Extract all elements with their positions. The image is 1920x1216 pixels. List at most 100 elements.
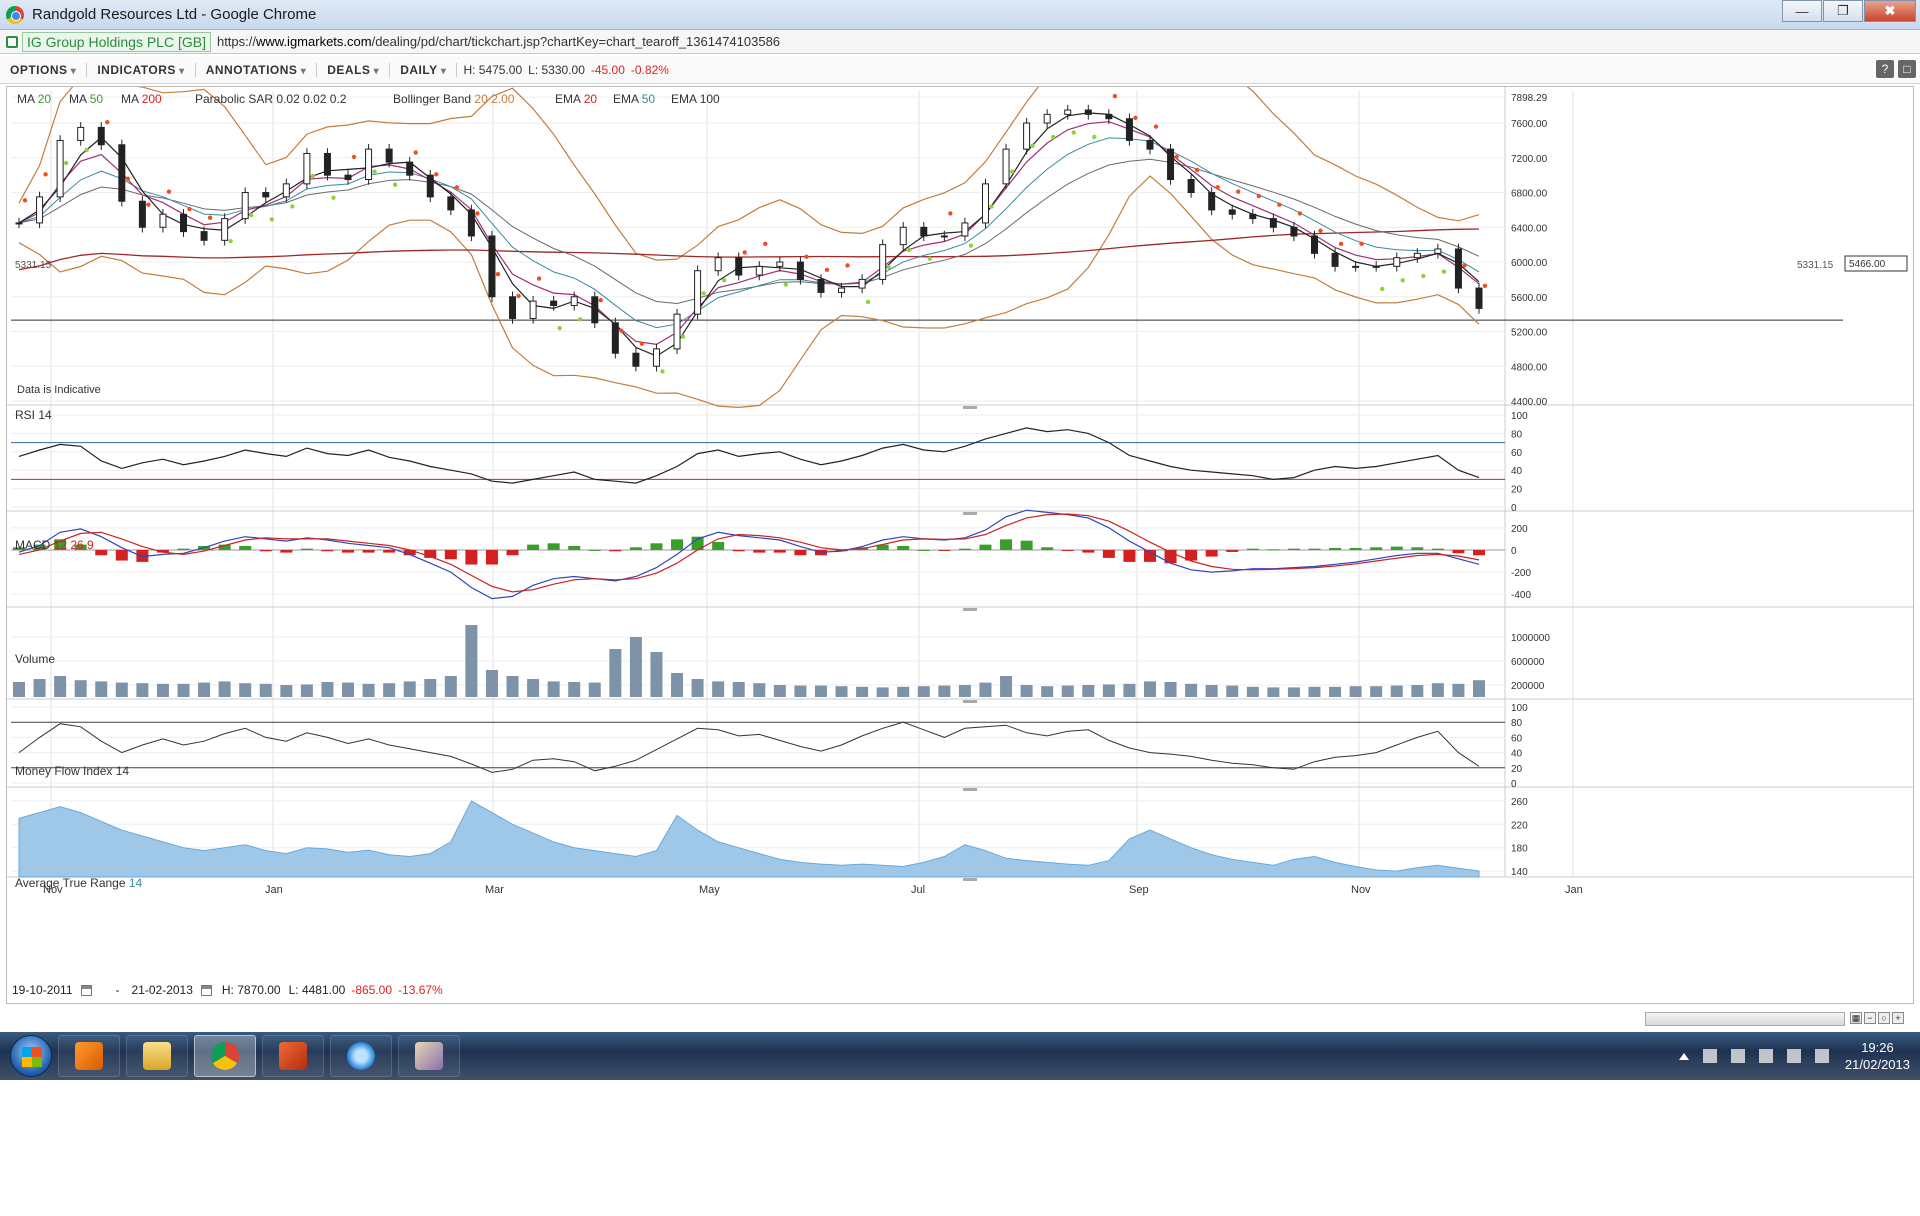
close-button[interactable]: ✖	[1864, 0, 1916, 22]
menu-options[interactable]: OPTIONS	[0, 62, 88, 77]
network-icon[interactable]	[1730, 1049, 1745, 1063]
taskbar-office[interactable]	[262, 1035, 324, 1077]
macd-histogram-bar	[1308, 548, 1321, 550]
volume-bar	[609, 649, 622, 697]
macd-histogram-bar	[1000, 539, 1013, 550]
volume-bar	[1411, 685, 1424, 697]
tray-expand-icon[interactable]	[1678, 1052, 1689, 1060]
volume-bar	[74, 680, 87, 697]
ma50-line	[18, 121, 1480, 346]
x-tick-label: Sep	[1129, 884, 1149, 896]
date-to[interactable]: 21-02-2013	[132, 983, 193, 997]
url-text[interactable]: https://www.igmarkets.com/dealing/pd/cha…	[217, 34, 780, 49]
atr-title: Average True Range 14	[15, 876, 143, 890]
system-clock[interactable]: 19:26 21/02/2013	[1845, 1039, 1910, 1073]
menu-deals[interactable]: DEALS	[317, 62, 391, 77]
battery-icon[interactable]	[1758, 1049, 1773, 1063]
candle-body	[138, 200, 146, 228]
sar-dot	[434, 172, 439, 177]
candle-body	[1475, 287, 1483, 309]
ie-icon	[347, 1042, 375, 1070]
taskbar-media-player[interactable]	[58, 1035, 120, 1077]
macd-histogram-bar	[1287, 548, 1300, 550]
session-low: L: 5330.00	[528, 62, 585, 77]
menu-interval[interactable]: DAILY	[390, 62, 458, 77]
sar-dot	[701, 291, 706, 296]
volume-icon[interactable]	[1786, 1049, 1801, 1063]
minimize-button[interactable]: —	[1782, 0, 1822, 22]
volume-bar	[177, 683, 190, 697]
taskbar-paint[interactable]	[398, 1035, 460, 1077]
zoom-reset-icon[interactable]: ○	[1878, 1012, 1890, 1024]
candle-body	[1352, 265, 1360, 268]
sar-dot	[1379, 286, 1385, 292]
sar-dot	[968, 243, 974, 248]
sar-dot	[783, 282, 789, 287]
chart-area[interactable]: Nov Jan Mar May Jul Sep Nov Jan 7898.29 7600.00 72…	[6, 45, 1914, 1004]
sar-dot	[331, 195, 336, 200]
taskbar-ie[interactable]	[330, 1035, 392, 1077]
volume-bar	[1082, 685, 1095, 697]
candle-body	[611, 322, 619, 354]
sar-dot	[721, 278, 727, 283]
site-identity[interactable]: IG Group Holdings PLC [GB]	[22, 31, 211, 52]
macd-tick-label: 0	[1511, 546, 1517, 557]
chart-svg[interactable]: Nov Jan Mar May Jul Sep Nov Jan7898.297600.0072…	[7, 45, 1913, 975]
taskbar-chrome[interactable]	[194, 1035, 256, 1077]
help-icon[interactable]: ?	[1876, 60, 1894, 78]
price-tick-label: 6000.00	[1511, 258, 1548, 269]
calendar-to-icon[interactable]	[200, 984, 212, 996]
menu-indicators[interactable]: INDICATORS	[87, 62, 196, 77]
candle-body	[1002, 148, 1010, 185]
candle-body	[365, 148, 373, 181]
chart-scrollbar[interactable]	[1645, 1012, 1845, 1026]
price-panel[interactable]	[11, 45, 1843, 409]
macd-histogram-bar	[938, 549, 951, 551]
candle-body	[1290, 226, 1298, 237]
zoom-in-icon[interactable]: +	[1892, 1012, 1904, 1024]
action-center-icon[interactable]	[1702, 1049, 1717, 1063]
zoom-controls: ▦ − ○ +	[1850, 1012, 1904, 1024]
candle-body	[1146, 139, 1154, 150]
macd-histogram-bar	[362, 549, 375, 553]
rsi-panel[interactable]	[11, 427, 1505, 484]
candle-body	[159, 213, 167, 228]
menu-annotations[interactable]: ANNOTATIONS	[196, 62, 318, 77]
atr-panel[interactable]	[18, 800, 1480, 878]
volume-bar	[403, 681, 416, 697]
zoom-fit-icon[interactable]: ▦	[1850, 1012, 1862, 1024]
maximize-button[interactable]: ❐	[1823, 0, 1863, 22]
sar-dot	[228, 238, 233, 244]
sar-dot	[1030, 143, 1035, 148]
file-explorer-icon	[143, 1042, 171, 1070]
zoom-out-icon[interactable]: −	[1864, 1012, 1876, 1024]
volume-bar	[588, 682, 601, 697]
dropbox-icon[interactable]	[1814, 1049, 1829, 1063]
mfi-panel[interactable]	[11, 721, 1505, 773]
macd-histogram-bar	[1267, 549, 1280, 551]
panel-resize-handle	[963, 406, 977, 409]
volume-bar	[547, 681, 560, 697]
taskbar-file-explorer[interactable]	[126, 1035, 188, 1077]
popout-icon[interactable]: □	[1898, 60, 1916, 78]
atr-tick-label: 260	[1511, 797, 1528, 808]
date-from[interactable]: 19-10-2011	[12, 983, 73, 997]
candle-body	[961, 222, 969, 237]
sar-dot	[824, 267, 830, 273]
volume-bar	[876, 687, 889, 697]
address-bar[interactable]: IG Group Holdings PLC [GB] https://www.i…	[0, 30, 1920, 54]
calendar-from-icon[interactable]	[80, 984, 92, 996]
start-button-icon[interactable]	[10, 1035, 52, 1077]
panel-resize-handle	[963, 608, 977, 611]
sar-dot	[1215, 185, 1220, 190]
macd-histogram-bar	[1390, 546, 1403, 550]
ema50-line	[18, 137, 1480, 329]
sar-dot	[146, 202, 151, 207]
price-tick-label: 7600.00	[1511, 119, 1548, 130]
volume-bar	[1473, 680, 1485, 697]
sar-dot	[1421, 273, 1426, 279]
rsi-tick-label: 40	[1511, 466, 1523, 477]
mfi-tick-label: 60	[1511, 733, 1523, 744]
macd-panel[interactable]	[11, 509, 1505, 600]
atr-tick-label: 140	[1511, 867, 1528, 878]
